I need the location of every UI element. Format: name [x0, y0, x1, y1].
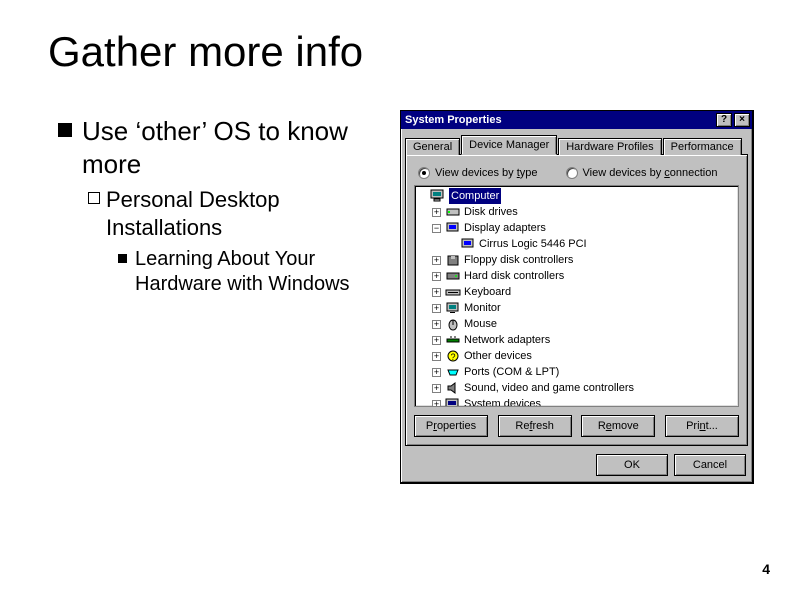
expand-icon[interactable]: +	[432, 352, 441, 361]
monitor-icon	[445, 301, 461, 315]
dialog-title: System Properties	[405, 114, 502, 126]
properties-button[interactable]: Properties	[414, 415, 488, 437]
view-mode-radios: View devices by type View devices by con…	[418, 167, 735, 179]
mouse-icon	[445, 317, 461, 331]
bullet3-text: Learning About Your Hardware with Window…	[135, 247, 378, 297]
bullet2-text: Personal Desktop Installations	[106, 186, 378, 241]
tree-item[interactable]: + Network adapters	[417, 332, 736, 348]
ports-icon	[445, 365, 461, 379]
refresh-button[interactable]: Refresh	[498, 415, 572, 437]
bullet-list: Use ‘other’ OS to know more Personal Des…	[58, 115, 378, 297]
open-square-bullet-icon	[88, 192, 100, 204]
tab-general[interactable]: General	[405, 138, 460, 155]
system-icon	[445, 397, 461, 407]
square-bullet-icon	[58, 123, 72, 137]
tree-item-label: Disk drives	[464, 204, 518, 220]
tree-item[interactable]: + Monitor	[417, 300, 736, 316]
expand-icon[interactable]: +	[432, 304, 441, 313]
expand-icon[interactable]: +	[432, 368, 441, 377]
device-tree[interactable]: Computer + Disk drives − Display adaptersCir…	[414, 185, 739, 407]
bullet-level3: Learning About Your Hardware with Window…	[118, 247, 378, 297]
bullet-level2: Personal Desktop Installations	[88, 186, 378, 241]
tree-root-computer[interactable]: Computer	[417, 188, 736, 204]
tab-hardware-profiles[interactable]: Hardware Profiles	[558, 138, 661, 155]
tab-row: General Device Manager Hardware Profiles…	[405, 135, 748, 154]
tree-item-label: Mouse	[464, 316, 497, 332]
display-icon	[460, 237, 476, 251]
tree-item[interactable]: + Floppy disk controllers	[417, 252, 736, 268]
tree-item[interactable]: +? Other devices	[417, 348, 736, 364]
tree-item[interactable]: + System devices	[417, 396, 736, 407]
remove-button[interactable]: Remove	[581, 415, 655, 437]
bullet-level1: Use ‘other’ OS to know more	[58, 115, 378, 180]
expand-icon[interactable]: +	[432, 256, 441, 265]
tree-child-item[interactable]: Cirrus Logic 5446 PCI	[417, 236, 736, 252]
radio-by-connection-label: View devices by connection	[583, 167, 718, 179]
tree-item-label: System devices	[464, 396, 541, 407]
tab-device-manager[interactable]: Device Manager	[461, 135, 557, 155]
tree-item-label: Computer	[449, 188, 501, 204]
tree-item-label: Floppy disk controllers	[464, 252, 573, 268]
expand-icon[interactable]: +	[432, 272, 441, 281]
expand-icon[interactable]: +	[432, 336, 441, 345]
expand-icon[interactable]: +	[432, 384, 441, 393]
bullet1-text: Use ‘other’ OS to know more	[82, 115, 378, 180]
floppy-icon	[445, 253, 461, 267]
tree-item-label: Sound, video and game controllers	[464, 380, 634, 396]
tree-item-label: Display adapters	[464, 220, 546, 236]
expand-icon[interactable]: +	[432, 400, 441, 408]
tree-item[interactable]: + Disk drives	[417, 204, 736, 220]
radio-icon	[418, 167, 430, 179]
expand-icon[interactable]: +	[432, 208, 441, 217]
tree-item[interactable]: + Mouse	[417, 316, 736, 332]
page-number: 4	[762, 561, 770, 577]
display-icon	[445, 221, 461, 235]
tree-item[interactable]: + Keyboard	[417, 284, 736, 300]
tree-item-label: Monitor	[464, 300, 501, 316]
network-icon	[445, 333, 461, 347]
tree-item-label: Other devices	[464, 348, 532, 364]
tree-item-label: Keyboard	[464, 284, 511, 300]
slide-title: Gather more info	[48, 28, 363, 76]
tree-item[interactable]: + Hard disk controllers	[417, 268, 736, 284]
panel-button-row: Properties Refresh Remove Print...	[414, 415, 739, 437]
help-button[interactable]: ?	[716, 113, 732, 127]
tree-item-label: Hard disk controllers	[464, 268, 564, 284]
radio-by-type-label: View devices by type	[435, 167, 538, 179]
other-icon: ?	[445, 349, 461, 363]
tree-item-label: Network adapters	[464, 332, 550, 348]
tree-item[interactable]: + Ports (COM & LPT)	[417, 364, 736, 380]
radio-view-by-type[interactable]: View devices by type	[418, 167, 538, 179]
tree-item-label: Cirrus Logic 5446 PCI	[479, 236, 587, 252]
cancel-button[interactable]: Cancel	[674, 454, 746, 476]
expand-icon[interactable]: +	[432, 288, 441, 297]
sound-icon	[445, 381, 461, 395]
close-button[interactable]: ×	[734, 113, 750, 127]
radio-icon	[566, 167, 578, 179]
tree-item-label: Ports (COM & LPT)	[464, 364, 559, 380]
expand-icon[interactable]: +	[432, 320, 441, 329]
hdc-icon	[445, 269, 461, 283]
tree-item[interactable]: − Display adapters	[417, 220, 736, 236]
expand-icon[interactable]: −	[432, 224, 441, 233]
small-square-bullet-icon	[118, 254, 127, 263]
dialog-button-row: OK Cancel	[401, 450, 752, 482]
tab-performance[interactable]: Performance	[663, 138, 742, 155]
titlebar[interactable]: System Properties ? ×	[401, 111, 752, 129]
tree-item[interactable]: + Sound, video and game controllers	[417, 380, 736, 396]
keyboard-icon	[445, 285, 461, 299]
disk-icon	[445, 205, 461, 219]
system-properties-dialog: System Properties ? × General Device Man…	[400, 110, 754, 484]
svg-text:?: ?	[450, 352, 455, 362]
radio-view-by-connection[interactable]: View devices by connection	[566, 167, 718, 179]
print-button[interactable]: Print...	[665, 415, 739, 437]
computer-icon	[430, 189, 446, 203]
tab-panel-device-manager: View devices by type View devices by con…	[405, 154, 748, 446]
ok-button[interactable]: OK	[596, 454, 668, 476]
